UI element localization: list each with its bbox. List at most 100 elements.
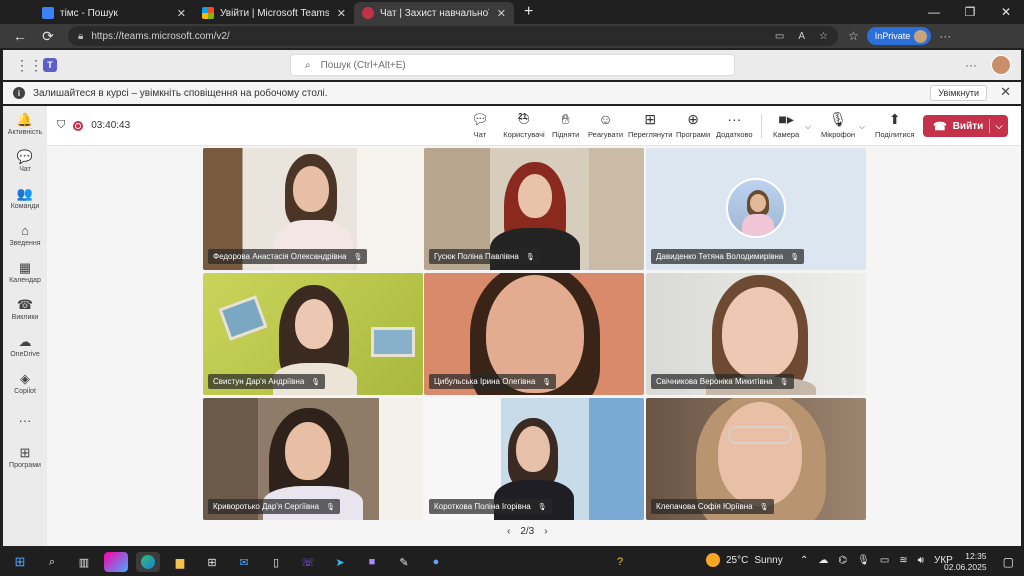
- shield-icon[interactable]: ⛉: [57, 119, 65, 132]
- zoom-icon[interactable]: ●: [424, 552, 448, 572]
- windows-start-icon[interactable]: ⊞: [8, 552, 32, 572]
- participant-face: [718, 402, 802, 506]
- store-icon[interactable]: ⊞: [200, 552, 224, 572]
- browser-tab-teams-login[interactable]: Увійти | Microsoft Teams ✕: [194, 2, 354, 24]
- browser-menu-icon[interactable]: ···: [939, 29, 951, 43]
- leave-options-chevron-icon[interactable]: ⌵: [990, 121, 1008, 132]
- show-hidden-icon[interactable]: ⌃: [800, 555, 808, 566]
- new-tab-button[interactable]: +: [514, 3, 543, 24]
- rail-item-chat[interactable]: 💬 Чат: [3, 143, 47, 180]
- maximize-icon[interactable]: ❐: [952, 0, 988, 24]
- minimize-icon[interactable]: —: [916, 0, 952, 24]
- refresh-icon[interactable]: ⟳: [34, 28, 62, 45]
- taskbar-clock[interactable]: 12:35 02.06.2025: [944, 551, 987, 573]
- browser-tab-strip: тімс - Пошук ✕ Увійти | Microsoft Teams …: [0, 0, 1024, 24]
- react-button[interactable]: ☺ Реагувати: [588, 110, 623, 139]
- mic-options-chevron-icon[interactable]: ⌵: [859, 122, 865, 132]
- more-icon: ···: [727, 111, 742, 127]
- user-avatar[interactable]: [991, 55, 1011, 75]
- rail-item-calendar[interactable]: ▦ Календар: [3, 254, 47, 291]
- rail-label: Програми: [9, 462, 41, 469]
- close-tab-icon[interactable]: ✕: [337, 7, 346, 20]
- video-tile[interactable]: Криворотько Дар'я Сергіївна 🎙︎: [203, 398, 423, 520]
- previous-page-icon[interactable]: ‹: [507, 526, 510, 537]
- teams-app-icon[interactable]: ■: [360, 552, 384, 572]
- app-launcher-icon[interactable]: ⋮⋮: [15, 57, 43, 74]
- video-tile[interactable]: Давиденко Тетяна Володимирівна 🎙︎: [646, 148, 866, 270]
- favorite-star-icon[interactable]: ☆: [819, 31, 828, 42]
- onedrive-tray-icon[interactable]: ☁: [818, 555, 828, 566]
- viber-icon[interactable]: ☏: [296, 552, 320, 572]
- people-button[interactable]: ⚇ 21 Користувачі: [502, 110, 546, 139]
- network-icon[interactable]: ⌬: [838, 555, 847, 566]
- file-explorer-icon[interactable]: ▆: [168, 552, 192, 572]
- task-view-icon[interactable]: ▥: [72, 552, 96, 572]
- close-tab-icon[interactable]: ✕: [177, 7, 186, 20]
- camera-button[interactable]: ■▸ Камера: [773, 110, 799, 139]
- mic-icon: 🎙︎: [311, 378, 321, 386]
- more-actions-button[interactable]: ··· Додатково: [716, 110, 753, 139]
- video-tile[interactable]: Гусюк Поліна Павлівна 🎙︎: [424, 148, 644, 270]
- search-input[interactable]: ⌕ Пошук (Ctrl+Alt+E): [290, 54, 735, 76]
- participant-face: [295, 299, 333, 349]
- rail-item-more[interactable]: ···: [3, 402, 47, 439]
- search-icon[interactable]: ⌕: [40, 552, 64, 572]
- notepad-icon[interactable]: ▯: [264, 552, 288, 572]
- video-tile[interactable]: Короткова Поліна Ігорівна 🎙︎: [424, 398, 644, 520]
- rail-item-teams[interactable]: 👥 Команди: [3, 180, 47, 217]
- app-available-icon[interactable]: ▭: [775, 31, 784, 42]
- mic-tray-icon[interactable]: 🎙︎: [857, 555, 870, 566]
- microphone-button[interactable]: 🎙︎ Мікрофон: [821, 110, 855, 139]
- rail-item-copilot[interactable]: ◈ Copilot: [3, 365, 47, 402]
- close-banner-icon[interactable]: ✕: [1000, 84, 1011, 100]
- inprivate-badge[interactable]: InPrivate: [866, 27, 932, 45]
- leave-button[interactable]: ☎ Вийти ⌵: [923, 115, 1008, 137]
- pen-app-icon[interactable]: ✎: [392, 552, 416, 572]
- raise-hand-button[interactable]: ✋︎ Підняти: [552, 110, 579, 139]
- url-text: https://teams.microsoft.com/v2/: [91, 30, 230, 42]
- favorites-icon[interactable]: ☆: [848, 29, 859, 43]
- rail-item-activity[interactable]: 🔔 Активність: [3, 106, 47, 143]
- display-icon[interactable]: ▭: [880, 555, 889, 566]
- next-page-icon[interactable]: ›: [544, 526, 547, 537]
- telegram-icon[interactable]: ➤: [328, 552, 352, 572]
- read-aloud-icon[interactable]: A: [798, 31, 805, 42]
- close-tab-icon[interactable]: ✕: [497, 7, 506, 20]
- camera-options-chevron-icon[interactable]: ⌵: [805, 122, 811, 132]
- help-icon[interactable]: ?: [608, 552, 632, 572]
- apps-button[interactable]: ⊕ Програми: [676, 110, 710, 139]
- window-controls: — ❐ ✕: [916, 0, 1024, 24]
- add-apps-icon: ⊞: [19, 445, 31, 460]
- share-label: Поділитися: [875, 130, 915, 139]
- rail-item-summary[interactable]: ⌂ Зведення: [3, 217, 47, 254]
- close-window-icon[interactable]: ✕: [988, 0, 1024, 24]
- edge-browser-icon[interactable]: [136, 552, 160, 572]
- rail-label: Чат: [19, 166, 31, 173]
- browser-tab-search[interactable]: тімс - Пошук ✕: [34, 2, 194, 24]
- video-tile[interactable]: Свистун Дар'я Андріївна 🎙︎: [203, 273, 423, 395]
- view-button[interactable]: ⊞ Переглянути: [628, 110, 672, 139]
- notifications-icon[interactable]: ▢: [1003, 555, 1014, 569]
- rail-item-apps[interactable]: ⊞ Програми: [3, 439, 47, 476]
- url-field[interactable]: 🔒︎ https://teams.microsoft.com/v2/ ▭ A ☆: [68, 26, 838, 46]
- volume-icon[interactable]: 🔊︎: [918, 555, 924, 566]
- chat-button[interactable]: 💬︎ Чат: [471, 110, 489, 139]
- enable-notifications-button[interactable]: Увімкнути: [930, 85, 987, 101]
- video-tile[interactable]: Клепачова Софія Юріївна 🎙︎: [646, 398, 866, 520]
- rail-item-calls[interactable]: ☎ Виклики: [3, 291, 47, 328]
- back-arrow-icon[interactable]: ←: [6, 28, 34, 44]
- copilot-icon[interactable]: [104, 552, 128, 572]
- people-label: Користувачі: [503, 130, 545, 139]
- bell-icon: 🔔: [16, 112, 34, 127]
- browser-tab-chat[interactable]: Чат | Захист навчальної пр... ✕: [354, 2, 514, 24]
- weather-widget[interactable]: 25°C Sunny: [706, 553, 783, 567]
- video-tile[interactable]: Цибульська Ірина Олегівна 🎙︎: [424, 273, 644, 395]
- video-tile[interactable]: Федорова Анастасія Олександрівна 🎙︎: [203, 148, 423, 270]
- video-tile[interactable]: Свічникова Вероніка Микитівна 🎙︎: [646, 273, 866, 395]
- share-button[interactable]: ⬆ Поділитися: [875, 110, 914, 139]
- wifi-icon[interactable]: ≋: [899, 555, 907, 566]
- outlook-icon[interactable]: ✉: [232, 552, 256, 572]
- hand-icon: ✋︎: [561, 111, 570, 127]
- rail-item-onedrive[interactable]: ☁ OneDrive: [3, 328, 47, 365]
- settings-more-icon[interactable]: ···: [965, 58, 977, 72]
